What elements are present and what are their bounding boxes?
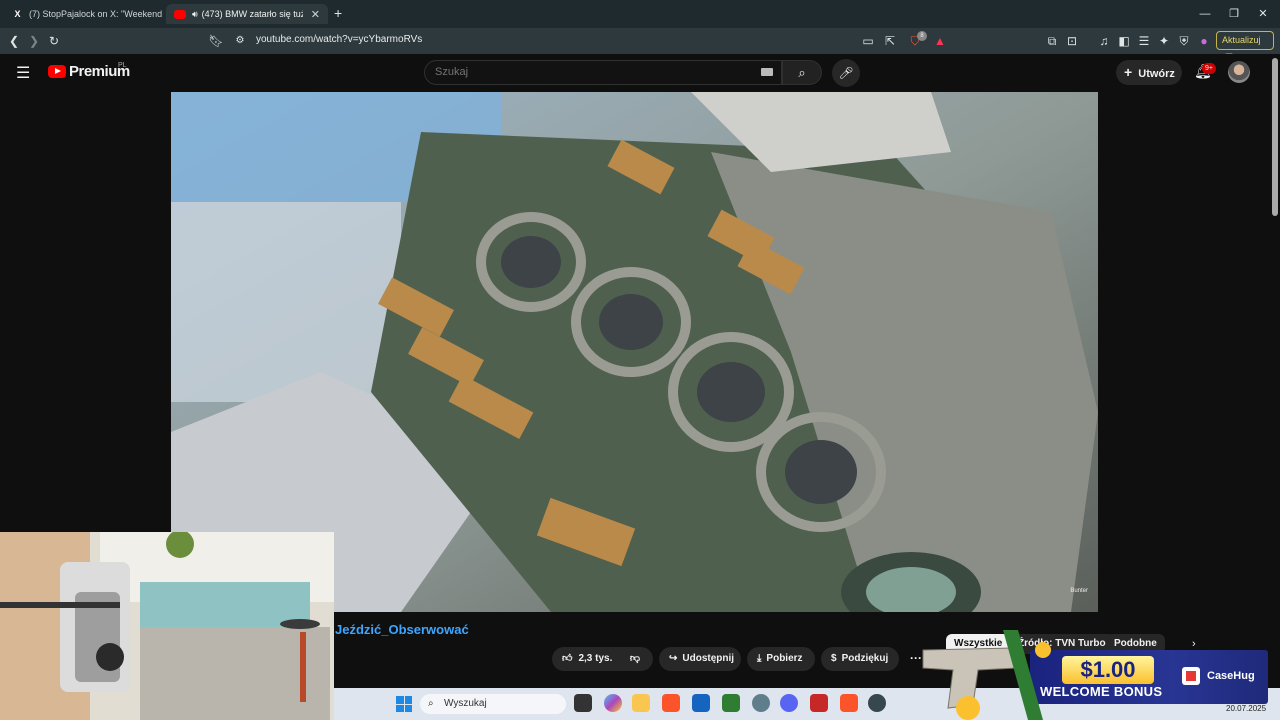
taskbar-search[interactable]: ⌕ Wyszukaj	[420, 694, 566, 714]
obs-icon[interactable]	[868, 694, 886, 712]
dislike-button[interactable]: 👎︎	[617, 647, 653, 671]
region-code: PL	[118, 62, 127, 69]
ad-welcome-bonus: WELCOME BONUS	[1040, 684, 1163, 699]
plus-icon: +	[1124, 64, 1133, 80]
brave-rewards-icon[interactable]: ▲	[930, 31, 950, 51]
download-label: Pobierz	[766, 653, 803, 664]
windows-start-icon[interactable]	[396, 696, 412, 712]
sidebar-icon[interactable]: ◧	[1114, 31, 1134, 51]
chips-next-icon[interactable]: ›	[1192, 638, 1196, 650]
close-window-icon[interactable]: ✕	[1248, 4, 1278, 24]
file-explorer-icon[interactable]	[632, 694, 650, 712]
share-page-icon[interactable]: ⇱	[880, 31, 900, 51]
download-icon: ⤓	[757, 653, 762, 664]
restore-icon[interactable]: ❐	[1219, 4, 1249, 24]
store-icon[interactable]	[692, 694, 710, 712]
close-tab-icon[interactable]: ✕	[303, 8, 320, 21]
new-tab-button[interactable]: +	[334, 5, 342, 21]
thumbs-up-icon: 👍︎	[562, 653, 573, 664]
keyboard-icon[interactable]	[761, 68, 773, 76]
like-count: 2,3 tys.	[578, 653, 613, 664]
extensions-icon[interactable]: ⧉	[1042, 31, 1062, 51]
brave-active-icon[interactable]	[840, 694, 858, 712]
taskbar-search-icon: ⌕	[428, 698, 434, 709]
share-label: Udostępnij	[682, 653, 735, 664]
share-button[interactable]: ↪ Udostępnij	[659, 647, 741, 671]
shields-count-badge: 8	[917, 31, 927, 41]
thumbs-down-icon: 👎︎	[629, 653, 641, 664]
thanks-button[interactable]: $ Podziękuj	[821, 647, 899, 671]
ad-brand-name: CaseHug	[1207, 670, 1255, 682]
create-label: Utwórz	[1138, 68, 1175, 80]
tab-title: (473) BMW zatarło się tuż po	[201, 9, 303, 19]
tab-youtube-video[interactable]: 🔊︎ (473) BMW zatarło się tuż po ✕	[166, 4, 328, 24]
bookmark-icon[interactable]: 🔖︎	[206, 31, 226, 51]
video-watermark: Bunter	[1070, 588, 1088, 594]
brave-browser-icon[interactable]	[662, 694, 680, 712]
copilot-icon[interactable]	[604, 694, 622, 712]
forward-icon[interactable]: ❯	[24, 31, 44, 51]
leo-ai-icon[interactable]: ✦	[1154, 31, 1174, 51]
search-box[interactable]	[424, 60, 782, 85]
app-icon-green[interactable]	[722, 694, 740, 712]
x-logo-icon: X	[14, 9, 21, 19]
tab-stoppajalock[interactable]: X (7) StopPajalock on X: "Weekend Paja	[4, 4, 164, 24]
page-scrollbar[interactable]	[1272, 58, 1278, 216]
site-settings-icon[interactable]: ⚙	[230, 31, 250, 51]
taskbar-date: 20.07.2025	[1226, 704, 1267, 713]
youtube-logo-icon[interactable]	[48, 65, 66, 78]
address-bar[interactable]: youtube.com/watch?v=ycYbarmoRVs	[256, 34, 422, 45]
reload-icon[interactable]: ↻	[44, 31, 64, 51]
tab-search-icon[interactable]: ⊡	[1062, 31, 1082, 51]
cast-icon[interactable]: ▭	[858, 31, 878, 51]
settings-icon[interactable]	[752, 694, 770, 712]
youtube-icon	[174, 9, 186, 19]
ad-bonus-amount: $1.00	[1062, 656, 1154, 684]
notification-count-badge: 9+	[1202, 63, 1216, 74]
wallet-icon[interactable]: ●	[1194, 31, 1214, 51]
search-input[interactable]	[435, 66, 735, 78]
webcam-room-image	[0, 532, 334, 720]
update-button[interactable]: Aktualizuj ☰	[1216, 31, 1274, 62]
speaker-icon: 🔊︎	[192, 8, 198, 19]
thanks-label: Podziękuj	[841, 653, 889, 664]
ad-pistol-image	[922, 630, 1051, 720]
media-icon[interactable]: ♫	[1094, 31, 1114, 51]
update-label: Aktualizuj	[1222, 35, 1261, 45]
browser-toolbar	[0, 28, 1280, 54]
create-button[interactable]: + Utwórz	[1116, 60, 1182, 85]
discord-icon[interactable]	[780, 694, 798, 712]
guide-menu-icon[interactable]: ☰	[16, 63, 30, 83]
microphone-icon: 🎤︎	[838, 66, 854, 80]
task-view-icon[interactable]	[574, 694, 592, 712]
vpn-icon[interactable]: ⛨	[1174, 31, 1194, 51]
channel-link[interactable]: Jeździć_Obserwować	[335, 622, 469, 637]
voice-search-button[interactable]: 🎤︎	[832, 59, 860, 87]
tab-title: (7) StopPajalock on X: "Weekend Paja	[29, 9, 164, 19]
bookmarks-icon[interactable]: ☰	[1134, 31, 1154, 51]
back-icon[interactable]: ❮	[4, 31, 24, 51]
download-button[interactable]: ⤓ Pobierz	[747, 647, 815, 671]
search-icon: ⌕	[798, 65, 806, 80]
avatar[interactable]	[1228, 61, 1250, 83]
taskbar-search-placeholder: Wyszukaj	[444, 698, 487, 709]
share-icon: ↪	[669, 653, 678, 664]
minimize-icon[interactable]: —	[1190, 4, 1220, 24]
super-thanks-icon: $	[831, 653, 837, 664]
search-button[interactable]: ⌕	[782, 60, 822, 85]
casehug-logo-icon	[1182, 667, 1200, 685]
app-icon-red[interactable]	[810, 694, 828, 712]
webcam-overlay	[0, 532, 334, 720]
